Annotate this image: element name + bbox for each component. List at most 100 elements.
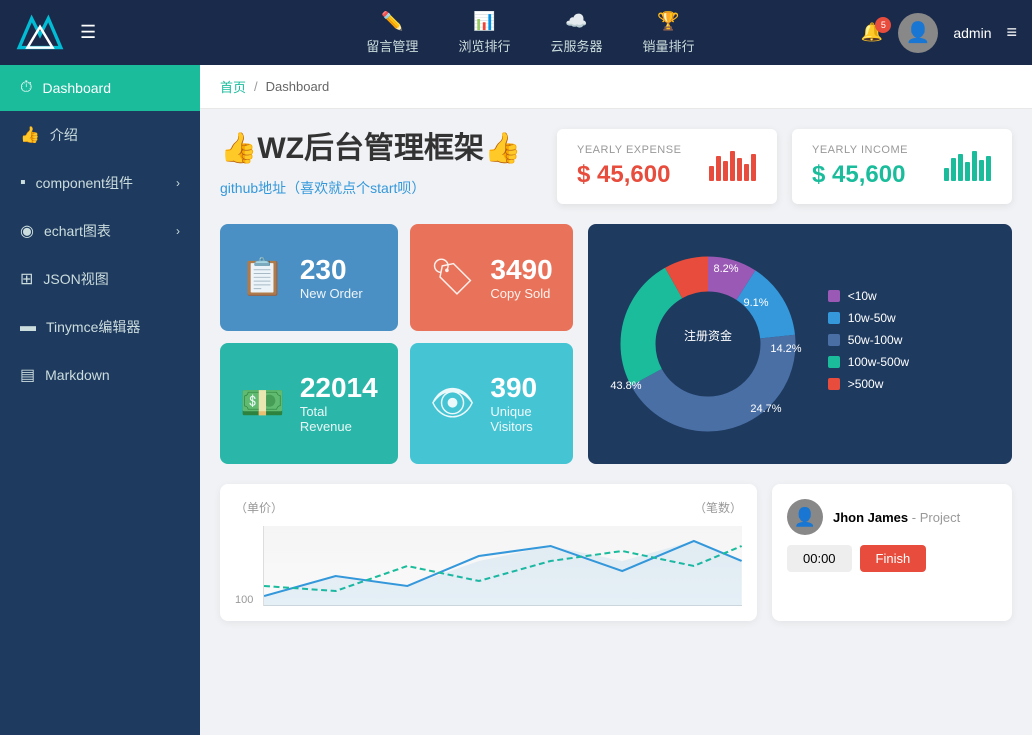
- activity-avatar: 👤: [787, 499, 823, 535]
- trophy-icon: 🏆: [657, 11, 679, 32]
- browse-icon: 📊: [473, 11, 495, 32]
- total-revenue-card: 💵 22014 Total Revenue: [220, 343, 398, 465]
- total-revenue-number: 22014: [300, 372, 378, 404]
- sidebar-item-json[interactable]: ⊞ JSON视图: [0, 255, 200, 303]
- intro-icon: 👍: [20, 125, 40, 145]
- admin-label[interactable]: admin: [953, 25, 991, 41]
- activity-header: 👤 Jhon James - Project: [787, 499, 997, 535]
- unique-visitors-label: Unique Visitors: [490, 404, 552, 434]
- nav-label-message: 留言管理: [366, 36, 418, 55]
- donut-chart-card: 注册资金 9.1% 8.2% 14.2% 43.8% 24.7%: [588, 224, 1012, 464]
- line-chart-card: （单价） （笔数） 100: [220, 484, 757, 621]
- yearly-income-value: $ 45,600: [812, 161, 908, 189]
- chart-right-label: （笔数）: [694, 499, 742, 516]
- chart-left-label: （单价）: [235, 499, 283, 516]
- activity-card: 👤 Jhon James - Project 00:00 Finish: [772, 484, 1012, 621]
- hero-title: 👍WZ后台管理框架👍: [220, 129, 537, 168]
- nav-right: 🔔 5 👤 admin ≡: [861, 13, 1032, 53]
- svg-text:9.1%: 9.1%: [743, 297, 768, 309]
- svg-text:24.7%: 24.7%: [750, 403, 781, 415]
- copy-sold-icon: 🏷: [430, 256, 476, 298]
- stats-section: 📋 230 New Order 🏷 3490 Copy Sold: [220, 224, 1012, 464]
- donut-chart: 注册资金 9.1% 8.2% 14.2% 43.8% 24.7%: [608, 244, 808, 444]
- copy-sold-card: 🏷 3490 Copy Sold: [410, 224, 573, 331]
- yearly-expense-label: YEARLY EXPENSE: [577, 144, 681, 156]
- menu-dots[interactable]: ≡: [1006, 22, 1017, 43]
- timer-display: 00:00: [787, 545, 852, 572]
- expense-chart-icon: [707, 146, 757, 188]
- legend-item-gt500w: >500w: [828, 377, 909, 391]
- legend-item-lt10w: <10w: [828, 289, 909, 303]
- legend-label-10-50w: 10w-50w: [848, 311, 896, 325]
- component-icon: ▪: [20, 174, 26, 192]
- stats-top: YEARLY EXPENSE $ 45,600: [557, 129, 1012, 204]
- breadcrumb: 首页 / Dashboard: [200, 65, 1032, 109]
- sidebar-label-intro: 介绍: [50, 125, 78, 145]
- new-order-icon: 📋: [240, 256, 285, 298]
- hero-section: 👍WZ后台管理框架👍 github地址（喜欢就点个start呗） YEARLY …: [220, 129, 1012, 204]
- nav-item-message[interactable]: ✏️ 留言管理: [366, 11, 418, 55]
- finish-button[interactable]: Finish: [860, 545, 927, 572]
- sidebar-label-markdown: Markdown: [45, 367, 110, 383]
- unique-visitors-card: 👁 390 Unique Visitors: [410, 343, 573, 465]
- sidebar-item-tinymce[interactable]: ▬ Tinymce编辑器: [0, 303, 200, 351]
- nav-item-sales[interactable]: 🏆 销量排行: [642, 11, 694, 55]
- visitors-icon: 👁: [430, 382, 476, 424]
- sidebar-label-json: JSON视图: [43, 269, 108, 289]
- top-nav: ☰ ✏️ 留言管理 📊 浏览排行 ☁️ 云服务器 🏆 销量排行 🔔 5 👤 ad…: [0, 0, 1032, 65]
- hero-text: 👍WZ后台管理框架👍 github地址（喜欢就点个start呗）: [220, 129, 537, 198]
- message-icon: ✏️: [381, 11, 403, 32]
- json-icon: ⊞: [20, 269, 33, 289]
- logo-icon: [15, 13, 65, 53]
- breadcrumb-home[interactable]: 首页: [220, 77, 246, 96]
- legend-item-10-50w: 10w-50w: [828, 311, 909, 325]
- echart-arrow: ›: [176, 224, 180, 238]
- yearly-expense-value: $ 45,600: [577, 161, 681, 189]
- svg-text:注册资金: 注册资金: [684, 328, 732, 343]
- svg-text:14.2%: 14.2%: [770, 343, 801, 355]
- yearly-expense-card: YEARLY EXPENSE $ 45,600: [557, 129, 777, 204]
- nav-item-cloud[interactable]: ☁️ 云服务器: [550, 11, 602, 55]
- yearly-income-label: YEARLY INCOME: [812, 144, 908, 156]
- layout: ⏱ Dashboard 👍 介绍 ▪ component组件 › ◉ echar…: [0, 65, 1032, 735]
- sidebar-item-component[interactable]: ▪ component组件 ›: [0, 159, 200, 207]
- total-revenue-label: Total Revenue: [300, 404, 378, 434]
- bottom-section: （单价） （笔数） 100: [220, 484, 1012, 621]
- markdown-icon: ▤: [20, 365, 35, 385]
- cloud-icon: ☁️: [565, 11, 587, 32]
- legend-label-lt10w: <10w: [848, 289, 877, 303]
- nav-items: ✏️ 留言管理 📊 浏览排行 ☁️ 云服务器 🏆 销量排行: [200, 11, 861, 55]
- sidebar-item-dashboard[interactable]: ⏱ Dashboard: [0, 65, 200, 111]
- legend-label-gt500w: >500w: [848, 377, 884, 391]
- svg-text:43.8%: 43.8%: [610, 380, 641, 392]
- chart-header: （单价） （笔数）: [235, 499, 742, 516]
- legend-item-100-500w: 100w-500w: [828, 355, 909, 369]
- sidebar-label-dashboard: Dashboard: [42, 80, 111, 96]
- avatar[interactable]: 👤: [898, 13, 938, 53]
- donut-legend: <10w 10w-50w 50w-100w 100w-500w: [828, 289, 909, 399]
- breadcrumb-current: Dashboard: [266, 79, 330, 94]
- new-order-label: New Order: [300, 286, 363, 301]
- income-chart-icon: [942, 146, 992, 188]
- copy-sold-number: 3490: [490, 254, 552, 286]
- sidebar-item-intro[interactable]: 👍 介绍: [0, 111, 200, 159]
- copy-sold-label: Copy Sold: [490, 286, 552, 301]
- legend-dot-lt10w: [828, 290, 840, 302]
- activity-role: Project: [920, 510, 960, 525]
- hamburger-button[interactable]: ☰: [75, 17, 101, 48]
- sidebar-item-markdown[interactable]: ▤ Markdown: [0, 351, 200, 399]
- sidebar-label-component: component组件: [36, 173, 133, 193]
- bell-button[interactable]: 🔔 5: [861, 22, 883, 43]
- logo-area: ☰: [0, 13, 200, 53]
- activity-name-text: Jhon James: [833, 510, 908, 525]
- nav-item-browse[interactable]: 📊 浏览排行: [458, 11, 510, 55]
- svg-text:8.2%: 8.2%: [713, 263, 738, 275]
- sidebar: ⏱ Dashboard 👍 介绍 ▪ component组件 › ◉ echar…: [0, 65, 200, 735]
- sidebar-item-echart[interactable]: ◉ echart图表 ›: [0, 207, 200, 255]
- hero-link[interactable]: github地址（喜欢就点个start呗）: [220, 178, 537, 198]
- notification-badge: 5: [875, 17, 891, 33]
- unique-visitors-number: 390: [490, 372, 552, 404]
- legend-dot-100-500w: [828, 356, 840, 368]
- timer-row: 00:00 Finish: [787, 545, 997, 572]
- nav-label-sales: 销量排行: [642, 36, 694, 55]
